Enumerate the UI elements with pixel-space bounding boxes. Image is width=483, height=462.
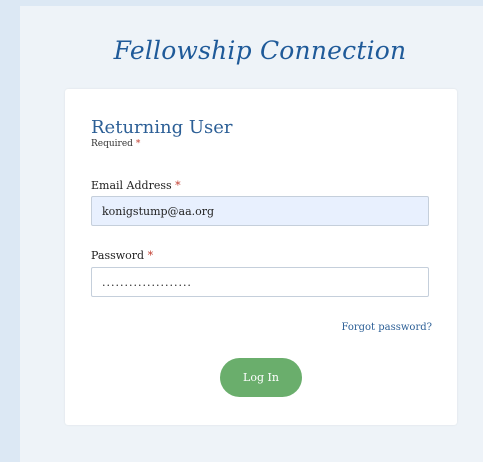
- password-label-text: Password: [91, 249, 145, 262]
- login-card: Returning User Required * Email Address …: [65, 89, 457, 425]
- form-heading: Returning User: [91, 117, 233, 138]
- forgot-password-link[interactable]: Forgot password?: [341, 322, 432, 333]
- login-button[interactable]: Log In: [220, 358, 302, 397]
- password-field[interactable]: [91, 267, 429, 297]
- email-label-text: Email Address: [91, 179, 172, 192]
- app-title: Fellowship Connection: [113, 36, 407, 65]
- email-required-asterisk: *: [175, 179, 181, 192]
- password-required-asterisk: *: [147, 249, 154, 262]
- required-note-text: Required: [91, 139, 133, 149]
- password-label: Password *: [91, 249, 153, 262]
- email-field[interactable]: [91, 196, 429, 226]
- email-label: Email Address *: [91, 179, 181, 192]
- required-asterisk: *: [135, 139, 141, 149]
- page-background: Fellowship Connection Returning User Req…: [0, 0, 483, 462]
- required-note: Required *: [91, 139, 140, 149]
